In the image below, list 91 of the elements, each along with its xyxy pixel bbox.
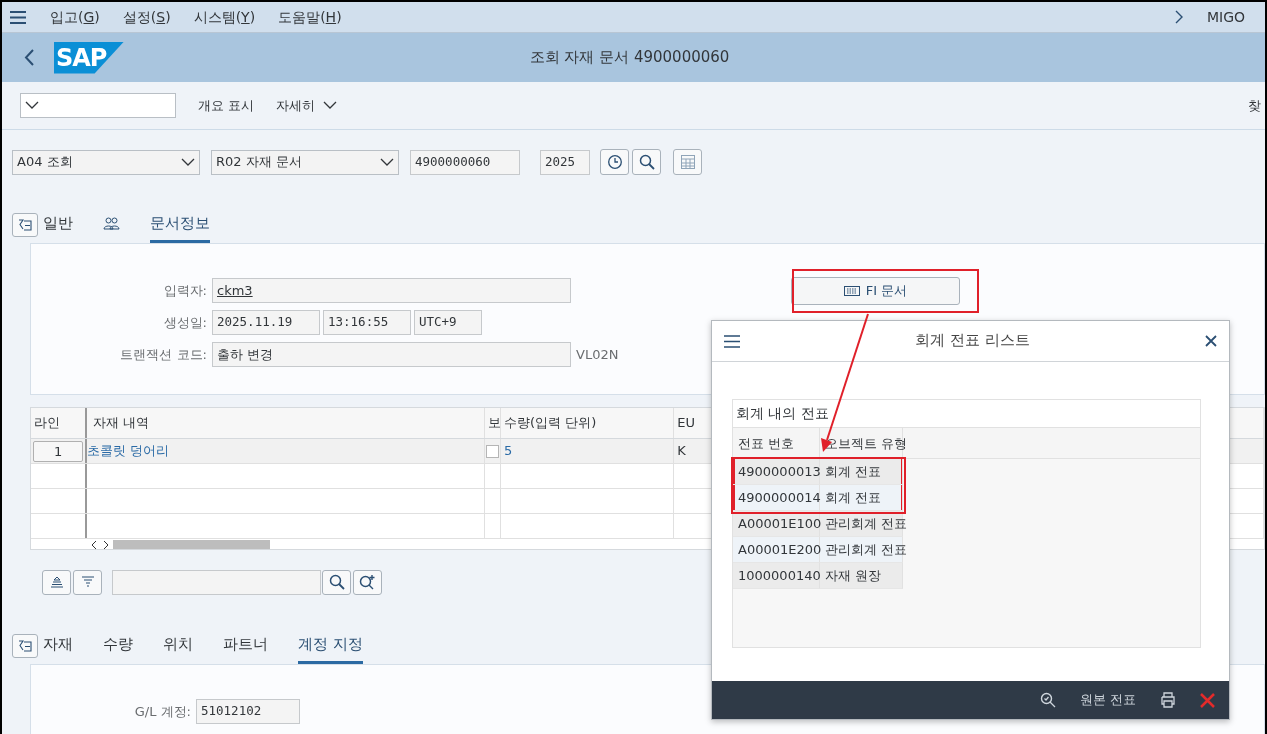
caret-icon [181, 157, 195, 167]
delete-icon[interactable] [1200, 692, 1215, 708]
table-row[interactable]: 4900000014 회계 전표 [733, 485, 903, 511]
document-number-link[interactable]: A00001E200 [738, 539, 822, 560]
search-icon [638, 154, 655, 170]
caret-icon [25, 101, 39, 110]
history-button[interactable] [600, 149, 629, 175]
column-header: 수량(입력 단위) [504, 414, 597, 433]
caret-icon [323, 101, 338, 110]
column-header: 라인 [34, 414, 60, 433]
chevron-right-icon[interactable] [1174, 10, 1183, 24]
grid-icon [680, 155, 695, 169]
field-label: G/L 계정: [133, 702, 192, 721]
menu-icon[interactable] [10, 10, 26, 24]
input-field[interactable]: 13:16:55 [323, 310, 411, 335]
line-number[interactable]: 1 [33, 440, 84, 462]
search-next-button[interactable] [353, 569, 382, 595]
document-number-field[interactable]: 4900000060 [410, 149, 520, 175]
menu-icon[interactable] [724, 334, 740, 348]
toolbar-button[interactable]: 찾 [1248, 95, 1261, 116]
search-icon[interactable] [1039, 692, 1056, 708]
menu-item[interactable]: 입고(G) [50, 6, 100, 28]
column-header: 자재 내역 [93, 414, 150, 433]
tab[interactable]: 파트너 [223, 632, 268, 664]
transaction-code: VL02N [576, 345, 619, 364]
field-label: 트랜잭션 코드: [119, 345, 208, 364]
menu-button[interactable]: 자세히 [276, 95, 338, 116]
document-grid-icon [843, 286, 860, 296]
input-field[interactable]: 51012102 [196, 699, 300, 724]
tab[interactable]: 위치 [163, 632, 193, 664]
reference-dropdown[interactable]: R02 자재 문서 [211, 149, 399, 175]
window-title: 조회 자재 문서 4900000060 [529, 48, 730, 67]
table-cell-text: 회계 전표 [825, 462, 882, 481]
people-icon [103, 216, 120, 230]
table-caption: 회계 내의 전표 [736, 404, 829, 424]
document-number-link[interactable]: 1000000140 [738, 565, 821, 586]
print-icon[interactable] [1160, 692, 1176, 708]
document-number-link[interactable]: 4900000013 [738, 461, 821, 482]
field-label: 생성일: [162, 313, 208, 332]
table-cell-text: 회계 전표 [825, 488, 882, 507]
input-field[interactable]: 2025.11.19 [212, 310, 320, 335]
document-number-link[interactable]: 4900000014 [738, 487, 821, 508]
field-label: 입력자: [162, 281, 208, 300]
menu-item[interactable]: 시스템(Y) [193, 6, 256, 28]
dialog-title: 회계 전표 리스트 [915, 332, 1030, 349]
input-field[interactable]: UTC+9 [414, 310, 482, 335]
filter-icon [80, 576, 95, 588]
search-button[interactable] [632, 149, 661, 175]
tab[interactable]: 일반 [43, 211, 73, 243]
fi-document-button[interactable]: FI 문서 [791, 277, 960, 305]
transaction-code: MIGO [1206, 7, 1245, 27]
collapse-icon [18, 639, 32, 653]
sort-ascending-button[interactable] [42, 569, 71, 595]
input-field[interactable]: 출하 변경 [212, 342, 571, 367]
collapse-button[interactable] [12, 213, 38, 237]
input-field[interactable]: ckm3 [212, 278, 571, 303]
table-row[interactable]: 4900000013 회계 전표 [733, 459, 903, 485]
material-link[interactable]: 초콜릿 덩어리 [87, 441, 170, 461]
column-header: EU [677, 414, 695, 433]
scroll-left-icon[interactable] [90, 540, 98, 549]
tab[interactable]: 수량 [103, 632, 133, 664]
document-number-link[interactable]: A00001E100 [738, 513, 822, 534]
back-icon[interactable] [24, 49, 34, 66]
scrollbar-thumb[interactable] [113, 540, 270, 549]
table-cell-text: K [677, 442, 686, 461]
search-icon [328, 574, 345, 590]
sort-ascending-icon [49, 576, 64, 588]
menu-item[interactable]: 도움말(H) [278, 6, 342, 28]
action-dropdown[interactable]: A04 조회 [12, 149, 200, 175]
collapse-icon [18, 218, 32, 232]
quantity-link[interactable]: 5 [504, 441, 513, 461]
checkbox[interactable] [486, 444, 500, 458]
collapse-button[interactable] [12, 634, 38, 658]
search-button[interactable] [322, 569, 351, 595]
column-header: 보 [488, 414, 501, 433]
column-header: 전표 번호 [738, 434, 795, 453]
scroll-right-icon[interactable] [102, 540, 110, 549]
table-row[interactable]: 1000000140 자재 원장 [733, 563, 903, 589]
clock-icon [606, 154, 623, 170]
year-field[interactable]: 2025 [540, 149, 590, 175]
tab[interactable]: 자재 [43, 632, 73, 664]
original-document-button[interactable]: 원본 전표 [1079, 690, 1136, 710]
logo: SAP [54, 41, 124, 74]
search-plus-icon [359, 574, 376, 590]
table-cell-text: 자재 원장 [825, 566, 882, 585]
caret-icon [380, 157, 394, 167]
dropdown-field[interactable] [20, 93, 176, 118]
menu-item[interactable]: 설정(S) [122, 6, 171, 28]
close-icon[interactable] [1205, 335, 1217, 347]
toolbar-button[interactable]: 개요 표시 [198, 95, 255, 116]
search-field[interactable] [112, 569, 321, 595]
